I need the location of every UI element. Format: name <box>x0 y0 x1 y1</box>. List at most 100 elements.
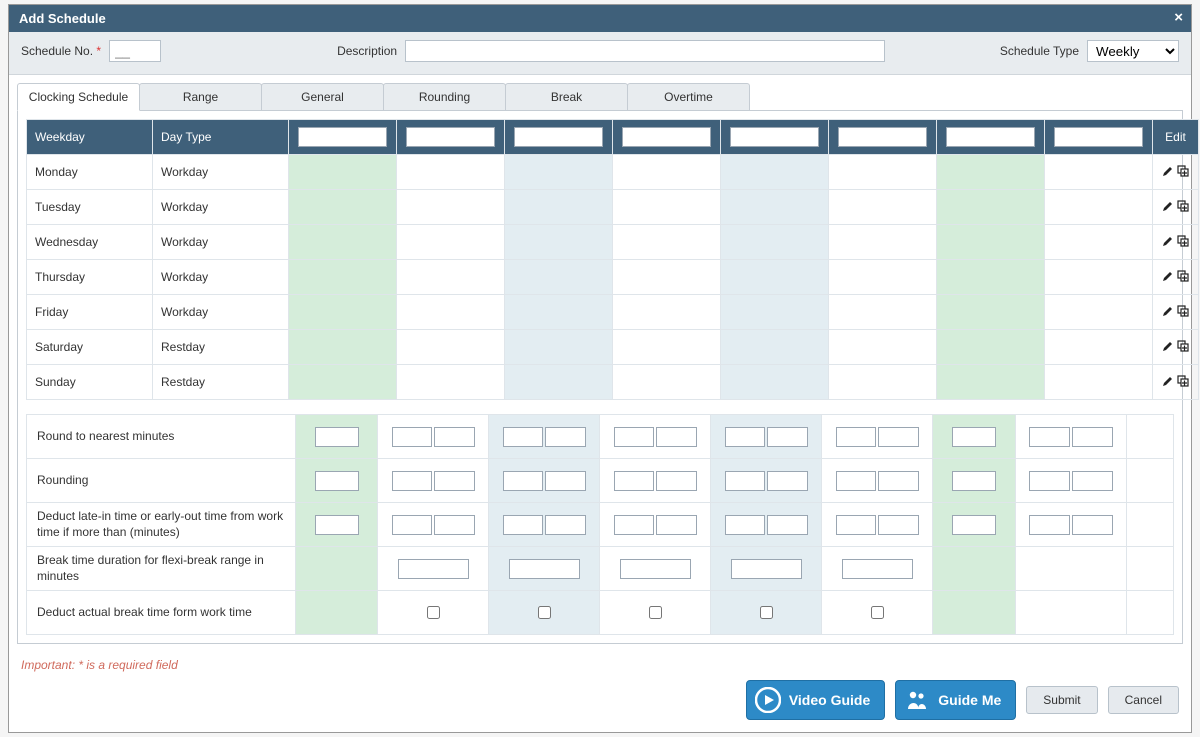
opt-input[interactable] <box>1072 471 1113 491</box>
clock-cell[interactable] <box>1045 365 1153 400</box>
opt-input[interactable] <box>878 515 919 535</box>
clock-cell[interactable] <box>613 190 721 225</box>
schedule-type-select[interactable]: Weekly <box>1087 40 1179 62</box>
edit-cell[interactable] <box>1153 190 1199 225</box>
tab-range[interactable]: Range <box>139 83 262 110</box>
clock-cell[interactable] <box>1045 225 1153 260</box>
clock-cell[interactable] <box>1045 260 1153 295</box>
opt-input[interactable] <box>878 427 919 447</box>
opt-input[interactable] <box>1029 427 1070 447</box>
video-guide-button[interactable]: Video Guide <box>746 680 885 720</box>
submit-button[interactable]: Submit <box>1026 686 1097 714</box>
edit-cell[interactable] <box>1153 295 1199 330</box>
opt-input[interactable] <box>842 559 913 579</box>
clock-cell[interactable] <box>1045 155 1153 190</box>
opt-input[interactable] <box>614 515 655 535</box>
clock-cell[interactable] <box>505 295 613 330</box>
opt-input[interactable] <box>503 515 544 535</box>
opt-input[interactable] <box>315 427 359 447</box>
clock-cell[interactable] <box>721 330 829 365</box>
opt-input[interactable] <box>503 471 544 491</box>
opt-input[interactable] <box>725 427 766 447</box>
clock-cell[interactable] <box>289 225 397 260</box>
tab-rounding[interactable]: Rounding <box>383 83 506 110</box>
clock-cell[interactable] <box>397 365 505 400</box>
opt-checkbox[interactable] <box>871 606 884 619</box>
opt-input[interactable] <box>434 427 475 447</box>
clock-cell[interactable] <box>397 190 505 225</box>
clock-cell[interactable] <box>721 295 829 330</box>
clock-cell[interactable] <box>1045 330 1153 365</box>
opt-input[interactable] <box>545 471 586 491</box>
opt-input[interactable] <box>509 559 580 579</box>
opt-input[interactable] <box>952 427 996 447</box>
clock-cell[interactable] <box>397 295 505 330</box>
clock-cell[interactable] <box>397 260 505 295</box>
clock-cell[interactable] <box>613 365 721 400</box>
clock-cell[interactable] <box>721 225 829 260</box>
clock-cell[interactable] <box>937 365 1045 400</box>
clock-cell[interactable] <box>505 190 613 225</box>
clock-cell[interactable] <box>937 190 1045 225</box>
opt-input[interactable] <box>656 427 697 447</box>
opt-input[interactable] <box>767 515 808 535</box>
clock-cell[interactable] <box>829 155 937 190</box>
tab-general[interactable]: General <box>261 83 384 110</box>
opt-input[interactable] <box>315 471 359 491</box>
col-clock-5-input[interactable] <box>730 127 819 147</box>
opt-input[interactable] <box>1029 515 1070 535</box>
opt-input[interactable] <box>952 515 996 535</box>
clock-cell[interactable] <box>505 365 613 400</box>
edit-cell[interactable] <box>1153 260 1199 295</box>
clock-cell[interactable] <box>505 260 613 295</box>
opt-input[interactable] <box>656 471 697 491</box>
clock-cell[interactable] <box>829 225 937 260</box>
opt-input[interactable] <box>878 471 919 491</box>
opt-input[interactable] <box>398 559 469 579</box>
schedule-no-input[interactable] <box>109 40 161 62</box>
opt-input[interactable] <box>836 427 877 447</box>
opt-input[interactable] <box>1072 427 1113 447</box>
clock-cell[interactable] <box>829 330 937 365</box>
tab-clocking-schedule[interactable]: Clocking Schedule <box>17 83 140 111</box>
clock-cell[interactable] <box>397 155 505 190</box>
opt-input[interactable] <box>392 427 433 447</box>
cancel-button[interactable]: Cancel <box>1108 686 1179 714</box>
edit-cell[interactable] <box>1153 330 1199 365</box>
clock-cell[interactable] <box>613 260 721 295</box>
clock-cell[interactable] <box>613 155 721 190</box>
opt-input[interactable] <box>315 515 359 535</box>
opt-input[interactable] <box>545 515 586 535</box>
opt-input[interactable] <box>614 427 655 447</box>
opt-input[interactable] <box>1072 515 1113 535</box>
opt-input[interactable] <box>836 515 877 535</box>
clock-cell[interactable] <box>613 330 721 365</box>
clock-cell[interactable] <box>289 365 397 400</box>
edit-cell[interactable] <box>1153 365 1199 400</box>
opt-input[interactable] <box>392 471 433 491</box>
clock-cell[interactable] <box>937 155 1045 190</box>
col-clock-4-input[interactable] <box>622 127 711 147</box>
clock-cell[interactable] <box>289 260 397 295</box>
edit-cell[interactable] <box>1153 155 1199 190</box>
clock-cell[interactable] <box>721 190 829 225</box>
opt-input[interactable] <box>503 427 544 447</box>
opt-input[interactable] <box>767 427 808 447</box>
clock-cell[interactable] <box>289 155 397 190</box>
opt-input[interactable] <box>614 471 655 491</box>
clock-cell[interactable] <box>721 155 829 190</box>
col-clock-3-input[interactable] <box>514 127 603 147</box>
opt-input[interactable] <box>952 471 996 491</box>
clock-cell[interactable] <box>829 190 937 225</box>
opt-input[interactable] <box>545 427 586 447</box>
opt-input[interactable] <box>434 471 475 491</box>
opt-checkbox[interactable] <box>760 606 773 619</box>
col-clock-7-input[interactable] <box>946 127 1035 147</box>
close-icon[interactable]: × <box>1174 9 1183 26</box>
clock-cell[interactable] <box>937 260 1045 295</box>
opt-input[interactable] <box>767 471 808 491</box>
opt-input[interactable] <box>836 471 877 491</box>
clock-cell[interactable] <box>829 260 937 295</box>
description-input[interactable] <box>405 40 885 62</box>
clock-cell[interactable] <box>721 365 829 400</box>
